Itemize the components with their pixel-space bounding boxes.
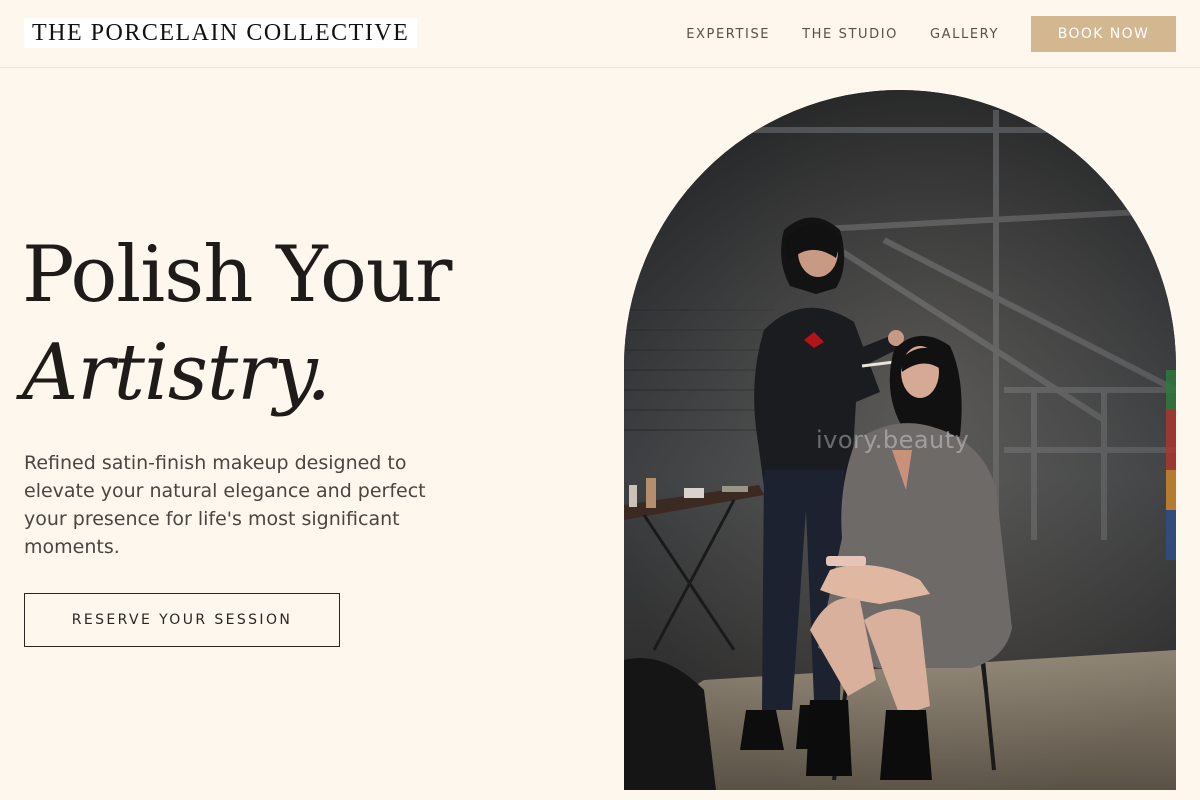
hero-title-line-2: Artistry. — [22, 328, 331, 418]
hero-description: Refined satin-finish makeup designed to … — [24, 452, 426, 558]
photo-watermark: ivory.beauty — [816, 426, 970, 454]
book-now-button[interactable]: BOOK NOW — [1031, 16, 1176, 52]
main-nav: EXPERTISE THE STUDIO GALLERY BOOK NOW — [686, 16, 1176, 52]
brand-logo[interactable]: THE PORCELAIN COLLECTIVE — [24, 18, 418, 48]
hero-title-line-1: Polish Your — [22, 230, 452, 320]
hero-photo: ivory.beauty — [624, 90, 1176, 790]
hero-title: Polish Your Artistry. — [22, 226, 452, 422]
nav-link-expertise[interactable]: EXPERTISE — [686, 27, 770, 42]
reserve-session-button[interactable]: RESERVE YOUR SESSION — [24, 593, 340, 647]
nav-link-gallery[interactable]: GALLERY — [930, 27, 999, 42]
site-header: THE PORCELAIN COLLECTIVE EXPERTISE THE S… — [0, 0, 1200, 68]
nav-link-the-studio[interactable]: THE STUDIO — [802, 27, 898, 42]
